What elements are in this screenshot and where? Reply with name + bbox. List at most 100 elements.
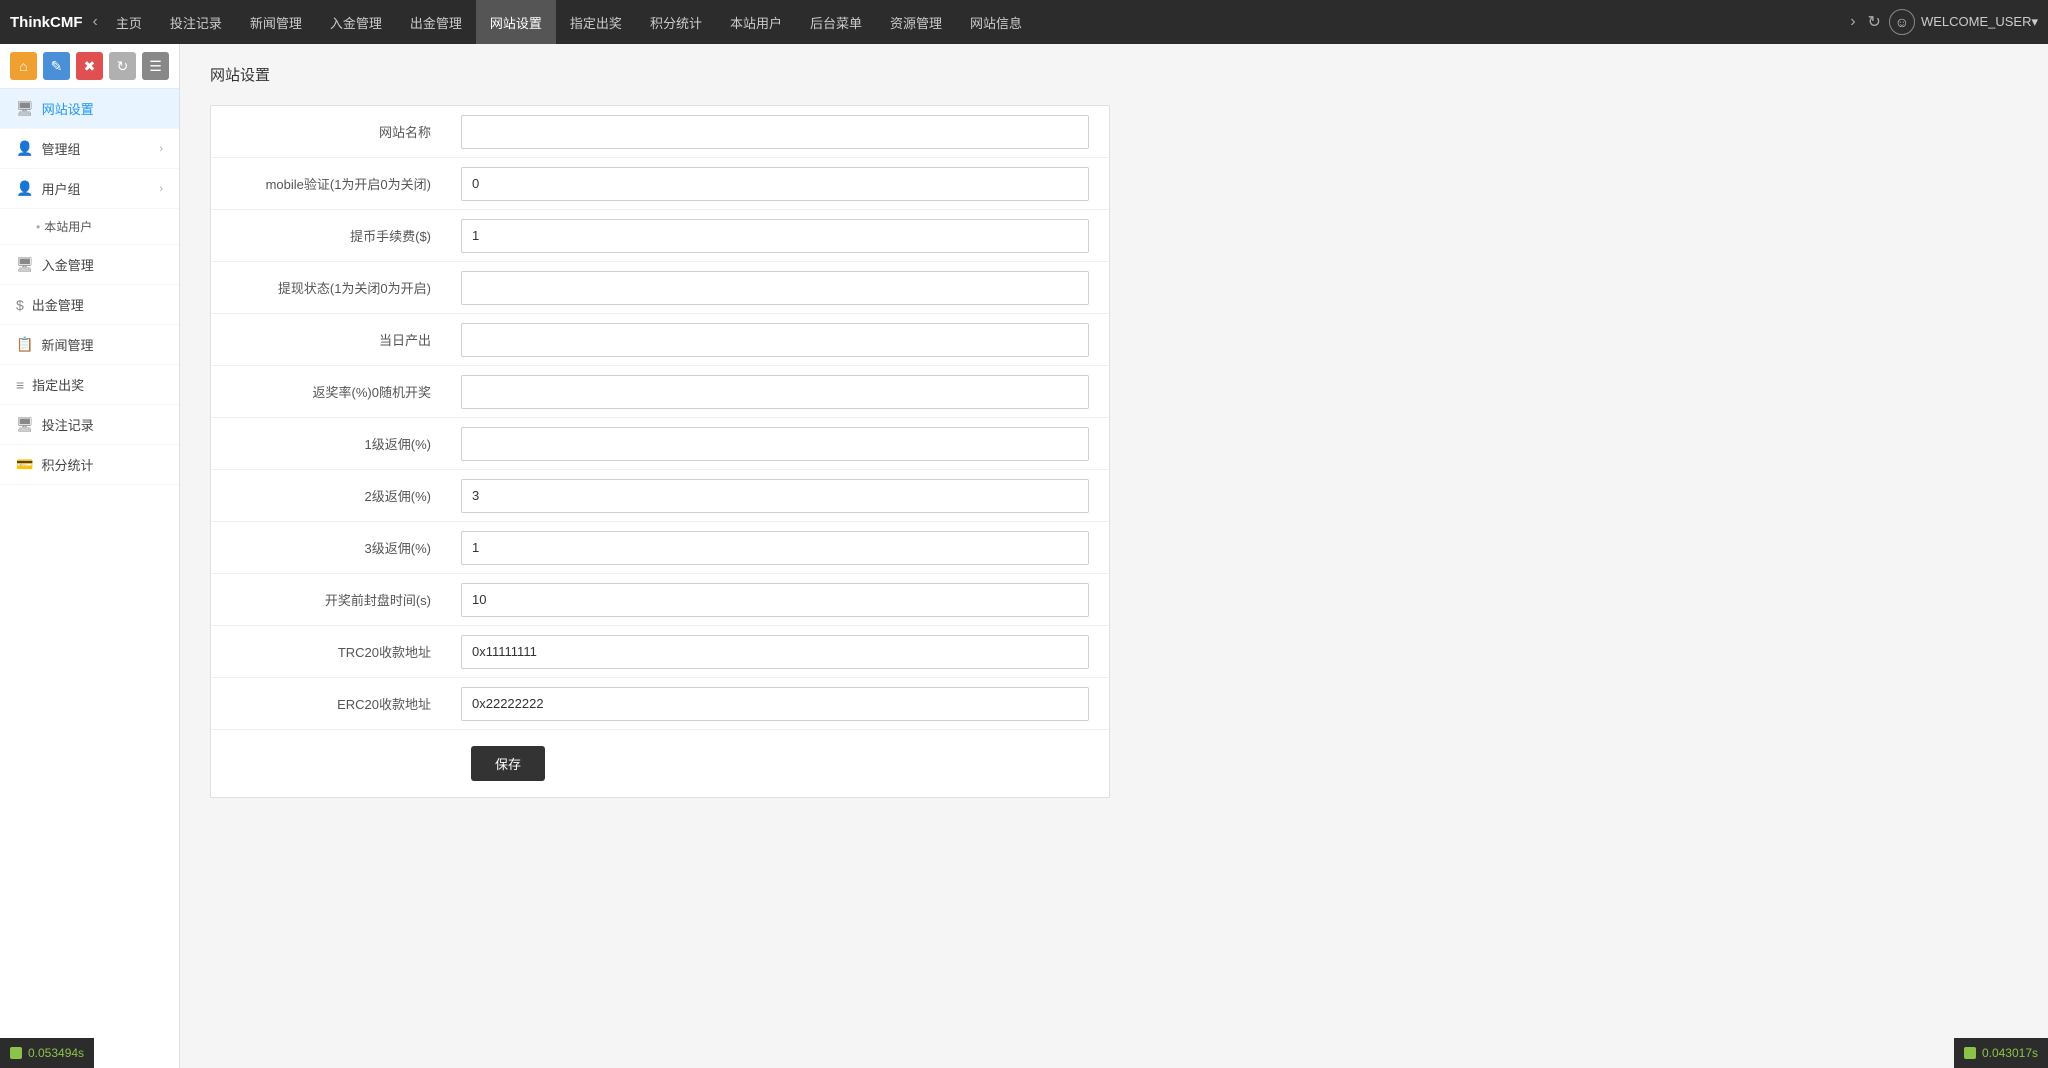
form-label: ERC20收款地址 — [211, 682, 451, 725]
form-control — [461, 583, 1089, 617]
form-control — [461, 323, 1089, 357]
form-label: 3级返佣(%) — [211, 526, 451, 569]
points-icon: 💳 — [16, 456, 33, 473]
form-label: 返奖率(%)0随机开奖 — [211, 370, 451, 413]
form-label: mobile验证(1为开启0为关闭) — [211, 162, 451, 205]
form-input-5[interactable] — [461, 375, 1089, 409]
top-navigation: ThinkCMF ‹ 主页投注记录新闻管理入金管理出金管理网站设置指定出奖积分统… — [0, 0, 2048, 44]
sidebar-item-news[interactable]: 📋 新闻管理 — [0, 325, 179, 365]
form-label: TRC20收款地址 — [211, 630, 451, 673]
form-input-0[interactable] — [461, 115, 1089, 149]
form-label: 1级返佣(%) — [211, 422, 451, 465]
form-label: 提现状态(1为关闭0为开启) — [211, 266, 451, 309]
nav-item-网站信息[interactable]: 网站信息 — [956, 0, 1036, 44]
nav-item-主页[interactable]: 主页 — [102, 0, 156, 44]
form-row: 当日产出 — [211, 314, 1109, 366]
form-row: 提币手续费($) — [211, 210, 1109, 262]
nav-item-本站用户[interactable]: 本站用户 — [716, 0, 796, 44]
nav-item-积分统计[interactable]: 积分统计 — [636, 0, 716, 44]
form-control — [461, 167, 1089, 201]
form-input-7[interactable] — [461, 479, 1089, 513]
toolbar-home-btn[interactable]: ⌂ — [10, 52, 37, 80]
form-control — [461, 271, 1089, 305]
form-input-4[interactable] — [461, 323, 1089, 357]
nav-prev-arrow[interactable]: ‹ — [89, 13, 102, 31]
form-input-1[interactable] — [461, 167, 1089, 201]
sidebar-item-label: 指定出奖 — [32, 375, 84, 394]
sidebar-item-website-settings[interactable]: 🖥 网站设置 — [0, 89, 179, 129]
form-label: 网站名称 — [211, 110, 451, 153]
sidebar-sub-item-label: 本站用户 — [44, 218, 92, 235]
nav-item-后台菜单[interactable]: 后台菜单 — [796, 0, 876, 44]
form-label: 开奖前封盘时间(s) — [211, 578, 451, 621]
nav-item-入金管理[interactable]: 入金管理 — [316, 0, 396, 44]
form-control — [461, 531, 1089, 565]
monitor-icon: 🖥 — [16, 100, 34, 117]
form-control — [461, 115, 1089, 149]
form-row: 开奖前封盘时间(s) — [211, 574, 1109, 626]
nav-item-出金管理[interactable]: 出金管理 — [396, 0, 476, 44]
sidebar-item-label: 新闻管理 — [41, 335, 93, 354]
form-input-11[interactable] — [461, 687, 1089, 721]
form-control — [461, 479, 1089, 513]
sidebar-item-label: 管理组 — [41, 139, 80, 158]
form-control — [461, 635, 1089, 669]
form-input-9[interactable] — [461, 583, 1089, 617]
save-button[interactable]: 保存 — [471, 746, 545, 781]
toolbar-edit-btn[interactable]: ✎ — [43, 52, 70, 80]
toolbar-menu-btn[interactable]: ☰ — [142, 52, 169, 80]
deposit-icon: 🖥 — [16, 256, 34, 273]
form-control — [461, 375, 1089, 409]
toolbar-close-btn[interactable]: ✖ — [76, 52, 103, 80]
sidebar-item-label: 出金管理 — [32, 295, 84, 314]
news-icon: 📋 — [16, 336, 33, 353]
nav-item-投注记录[interactable]: 投注记录 — [156, 0, 236, 44]
main-content: 网站设置 网站名称 mobile验证(1为开启0为关闭) 提币手续费($)提现状态(… — [180, 44, 2048, 1068]
form-row: mobile验证(1为开启0为关闭) — [211, 158, 1109, 210]
sidebar-item-admin-group[interactable]: 👤 管理组 › — [0, 129, 179, 169]
form-row: 返奖率(%)0随机开奖 — [211, 366, 1109, 418]
user-avatar-icon: ☺ — [1889, 9, 1915, 35]
form-input-2[interactable] — [461, 219, 1089, 253]
form-row: 1级返佣(%) — [211, 418, 1109, 470]
nav-item-资源管理[interactable]: 资源管理 — [876, 0, 956, 44]
form-row: ERC20收款地址 — [211, 678, 1109, 730]
user-menu[interactable]: ☺ WELCOME_USER▾ — [1889, 9, 2038, 35]
chevron-right-icon: › — [159, 183, 163, 195]
form-control — [461, 687, 1089, 721]
form-label: 当日产出 — [211, 318, 451, 361]
nav-item-新闻管理[interactable]: 新闻管理 — [236, 0, 316, 44]
form-input-8[interactable] — [461, 531, 1089, 565]
form-input-10[interactable] — [461, 635, 1089, 669]
page-title: 网站设置 — [210, 64, 2018, 85]
toolbar-refresh-btn[interactable]: ↻ — [109, 52, 136, 80]
form-control — [461, 427, 1089, 461]
form-input-6[interactable] — [461, 427, 1089, 461]
sidebar-item-prize[interactable]: ≡ 指定出奖 — [0, 365, 179, 405]
sidebar-item-local-users[interactable]: 本站用户 — [0, 209, 179, 245]
left-status-text: 0.053494s — [28, 1046, 84, 1060]
nav-items-container: 主页投注记录新闻管理入金管理出金管理网站设置指定出奖积分统计本站用户后台菜单资源… — [102, 0, 1846, 44]
form-row: 3级返佣(%) — [211, 522, 1109, 574]
dollar-icon: $ — [16, 297, 24, 313]
nav-next-arrow[interactable]: › — [1846, 13, 1859, 31]
nav-item-指定出奖[interactable]: 指定出奖 — [556, 0, 636, 44]
sidebar-item-deposit[interactable]: 🖥 入金管理 — [0, 245, 179, 285]
bottom-status-bar: 0.053494s 0.043017s — [0, 1038, 2048, 1068]
main-layout: ⌂ ✎ ✖ ↻ ☰ 🖥 网站设置 👤 管理组 › 👤 用户组 › 本站用户 🖥 … — [0, 44, 2048, 1068]
brand-logo: ThinkCMF — [10, 14, 83, 31]
refresh-icon[interactable]: ↻ — [1868, 12, 1881, 32]
form-row: 2级返佣(%) — [211, 470, 1109, 522]
sidebar-item-betting[interactable]: 🖥 投注记录 — [0, 405, 179, 445]
right-status-badge: 0.043017s — [1954, 1038, 2048, 1068]
form-label: 2级返佣(%) — [211, 474, 451, 517]
sidebar-item-points[interactable]: 💳 积分统计 — [0, 445, 179, 485]
form-input-3[interactable] — [461, 271, 1089, 305]
form-row: 网站名称 — [211, 106, 1109, 158]
sidebar-item-user-group[interactable]: 👤 用户组 › — [0, 169, 179, 209]
sidebar-item-withdrawal[interactable]: $ 出金管理 — [0, 285, 179, 325]
user-label: WELCOME_USER▾ — [1921, 14, 2038, 30]
betting-icon: 🖥 — [16, 416, 34, 433]
nav-item-网站设置[interactable]: 网站设置 — [476, 0, 556, 44]
sidebar-item-label: 用户组 — [41, 179, 80, 198]
